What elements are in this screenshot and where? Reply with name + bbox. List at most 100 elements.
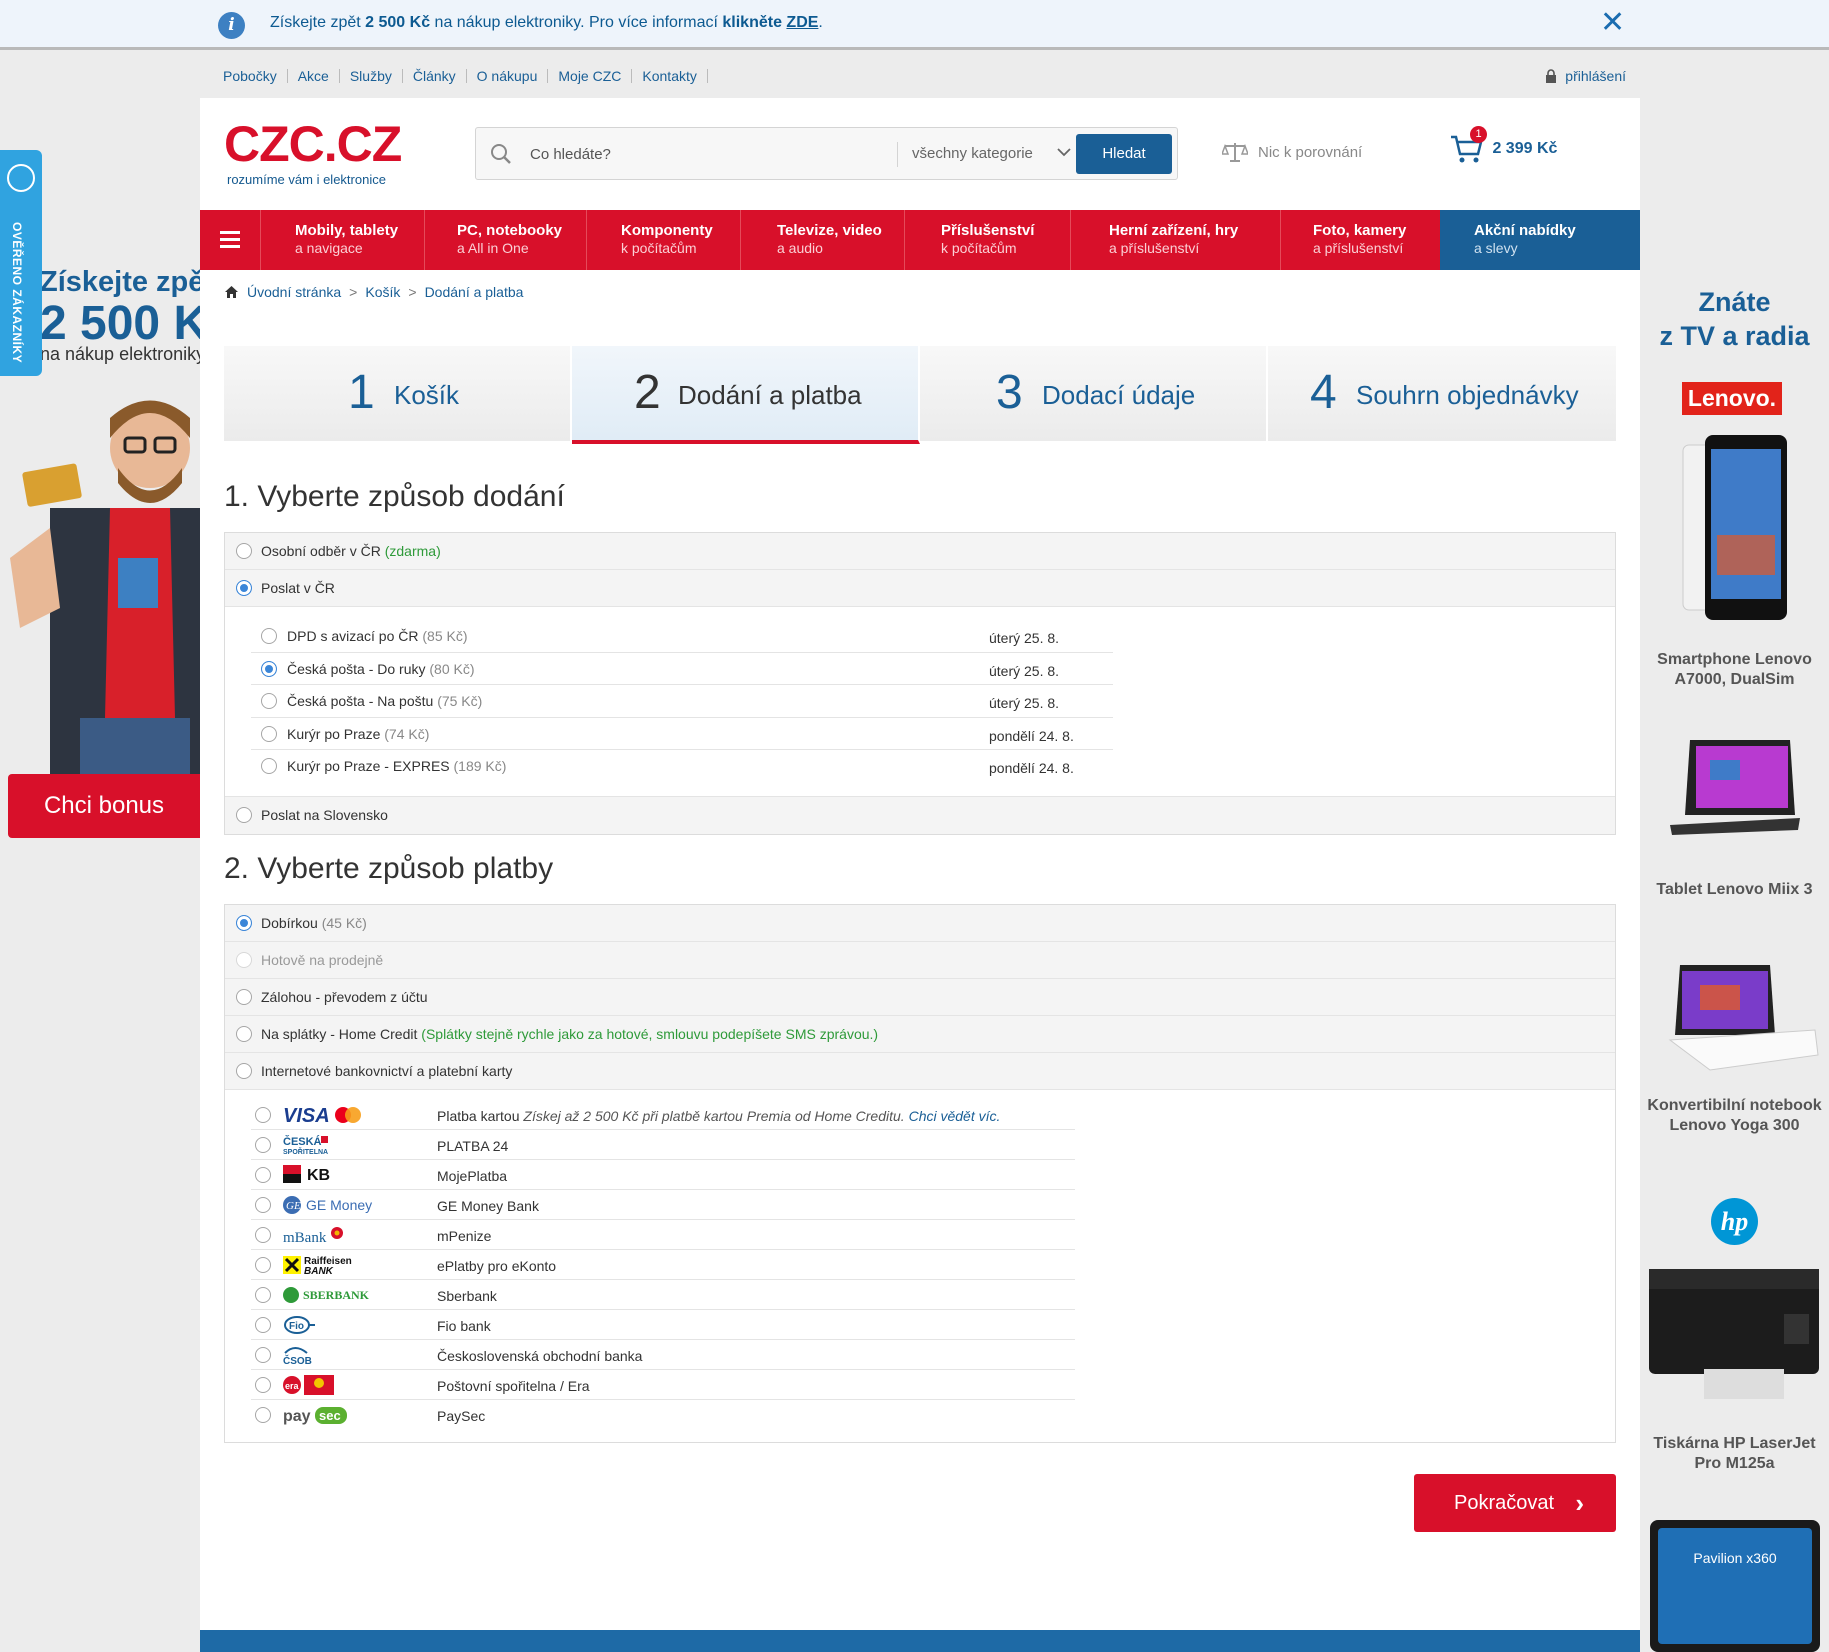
toplink-akce[interactable]: Akce (288, 69, 340, 83)
svg-text:era: era (285, 1381, 300, 1391)
bank-row-sberbank[interactable]: SBERBANK Sberbank (251, 1280, 1075, 1310)
payment-cod[interactable]: Dobírkou (45 Kč) (225, 905, 1615, 942)
verified-customers-tab[interactable]: OVĚŘENO ZÁKAZNÍKY (0, 150, 42, 376)
radio-bank[interactable] (255, 1407, 271, 1423)
nav-item-akcni[interactable]: Akční nabídky a slevy (1440, 210, 1640, 270)
payment-installments[interactable]: Na splátky - Home Credit (Splátky stejně… (225, 1016, 1615, 1053)
search-input[interactable] (530, 140, 880, 168)
carrier-row[interactable]: Kurýr po Praze (74 Kč) pondělí 24. 8. (251, 718, 1113, 750)
toplink-kontakty[interactable]: Kontakty (632, 69, 708, 83)
delivery-send-cz[interactable]: Poslat v ČR (225, 570, 1615, 607)
radio-bank[interactable] (255, 1287, 271, 1303)
hamburger-menu-icon[interactable] (200, 210, 260, 270)
logo[interactable]: CZC.CZ rozumíme vám i elektronice (224, 119, 402, 187)
bank-row-era[interactable]: era Poštovní spořitelna / Era (251, 1370, 1075, 1400)
bank-row-visa[interactable]: VISA Platba kartou Získej až 2 500 Kč př… (251, 1100, 1075, 1130)
radio-bank[interactable] (255, 1197, 271, 1213)
bank-row-paysec[interactable]: pay sec PaySec (251, 1400, 1075, 1430)
info-click-link[interactable]: klikněte (722, 14, 782, 31)
nav-item-herni[interactable]: Herní zařízení, hry a příslušenství (1070, 210, 1280, 270)
svg-text:GE Money: GE Money (306, 1197, 372, 1213)
home-icon[interactable] (224, 285, 239, 299)
delivery-send-sk[interactable]: Poslat na Slovensko (225, 796, 1615, 834)
step-souhrn[interactable]: 4 Souhrn objednávky (1268, 346, 1616, 441)
left-ad-line1: Získejte zpět (40, 266, 200, 298)
radio-send-sk[interactable] (236, 806, 252, 823)
step-dodaci-udaje[interactable]: 3 Dodací údaje (920, 346, 1268, 441)
radio-bank[interactable] (255, 1377, 271, 1393)
nav-item-prislusenstvi[interactable]: Příslušenství k počítačům (904, 210, 1070, 270)
radio-cod[interactable] (236, 915, 252, 931)
compare-link[interactable]: Nic k porovnání (1220, 141, 1362, 163)
svg-text:pay: pay (283, 1408, 311, 1425)
nav-item-televize[interactable]: Televize, video a audio (740, 210, 904, 270)
radio-bank[interactable] (255, 1107, 271, 1123)
product-smartphone[interactable]: Smartphone Lenovo A7000, DualSim (1640, 650, 1829, 690)
radio-advance[interactable] (236, 989, 252, 1005)
bank-row-kb[interactable]: KB MojePlatba (251, 1160, 1075, 1190)
radio-send-cz[interactable] (236, 580, 252, 596)
search-button[interactable]: Hledat (1076, 134, 1172, 174)
breadcrumb-cart[interactable]: Košík (365, 284, 400, 300)
carrier-row[interactable]: DPD s avizací po ČR (85 Kč) úterý 25. 8. (251, 620, 1113, 653)
payment-advance[interactable]: Zálohou - převodem z účtu (225, 979, 1615, 1016)
radio-bank[interactable] (255, 1257, 271, 1273)
radio-carrier[interactable] (261, 693, 277, 709)
radio-carrier[interactable] (261, 660, 277, 677)
info-here-link[interactable]: ZDE (786, 14, 818, 31)
radio-bank[interactable] (255, 1167, 271, 1183)
toplink-pobocky[interactable]: Pobočky (200, 69, 288, 83)
continue-button[interactable]: Pokračovat › (1414, 1474, 1616, 1532)
nav-item-pc[interactable]: PC, notebooky a All in One (424, 210, 586, 270)
carrier-row[interactable]: Česká pošta - Na poštu (75 Kč) úterý 25. … (251, 685, 1113, 718)
step-kosik[interactable]: 1 Košík (224, 346, 572, 441)
left-advert[interactable]: Získejte zpět 2 500 Kč na nákup elektron… (0, 98, 200, 858)
bank-row-raiffeisen[interactable]: Raiffeisen BANK ePlatby pro eKonto (251, 1250, 1075, 1280)
toplink-sluzby[interactable]: Služby (340, 69, 403, 83)
bank-row-mbank[interactable]: mBank mPenize (251, 1220, 1075, 1250)
right-advert[interactable]: Znáte z TV a radia Lenovo. Smartphone Le… (1640, 270, 1829, 1652)
close-icon[interactable]: ✕ (1600, 8, 1625, 38)
nav-item-foto[interactable]: Foto, kamery a příslušenství (1280, 210, 1440, 270)
bonus-button[interactable]: Chci bonus (8, 774, 200, 838)
radio-carrier[interactable] (261, 725, 277, 742)
radio-carrier[interactable] (261, 758, 277, 774)
radio-bank[interactable] (255, 1347, 271, 1363)
svg-text:ČSOB: ČSOB (283, 1354, 312, 1367)
breadcrumb-current[interactable]: Dodání a platba (425, 284, 524, 300)
main-container: CZC.CZ rozumíme vám i elektronice všechn… (200, 98, 1640, 1652)
more-info-link[interactable]: Chci vědět víc. (909, 1108, 1001, 1124)
toplink-o-nakupu[interactable]: O nákupu (467, 69, 549, 83)
cart[interactable]: 1 2 399 Kč (1450, 126, 1557, 164)
carrier-row[interactable]: Kurýr po Praze - EXPRES (189 Kč) pondělí … (251, 750, 1113, 783)
footer-bar (200, 1630, 1640, 1652)
bank-row-ge[interactable]: GE GE Money GE Money Bank (251, 1190, 1075, 1220)
category-select[interactable]: všechny kategorie (912, 145, 1033, 162)
login-link[interactable]: přihlášení (1545, 68, 1626, 84)
bank-row-cs[interactable]: ČESKÁ SPOŘITELNA PLATBA 24 (251, 1130, 1075, 1160)
chevron-down-icon[interactable] (1056, 144, 1072, 160)
nav-item-mobily[interactable]: Mobily, tablety a navigace (260, 210, 424, 270)
radio-bank[interactable] (255, 1137, 271, 1153)
bank-row-fio[interactable]: Fio Fio bank (251, 1310, 1075, 1340)
breadcrumb: Úvodní stránka > Košík > Dodání a platba (224, 284, 523, 300)
bank-row-csob[interactable]: ČSOB Československá obchodní banka (251, 1340, 1075, 1370)
product-convertible[interactable]: Konvertibilní notebook Lenovo Yoga 300 (1640, 1096, 1829, 1136)
toplink-clanky[interactable]: Články (403, 69, 467, 83)
radio-installments[interactable] (236, 1026, 252, 1042)
toplink-moje-czc[interactable]: Moje CZC (548, 69, 633, 83)
radio-bank[interactable] (255, 1227, 271, 1243)
step-dodani-platba[interactable]: 2 Dodání a platba (572, 346, 920, 444)
payment-online[interactable]: Internetové bankovnictví a platební kart… (225, 1053, 1615, 1090)
radio-personal[interactable] (236, 543, 252, 559)
product-printer[interactable]: Tiskárna HP LaserJet Pro M125a (1640, 1434, 1829, 1474)
carrier-row[interactable]: Česká pošta - Do ruky (80 Kč) úterý 25. 8… (251, 653, 1113, 685)
nav-item-komponenty[interactable]: Komponenty k počítačům (586, 210, 740, 270)
radio-bank[interactable] (255, 1317, 271, 1333)
product-tablet[interactable]: Tablet Lenovo Miix 3 (1640, 880, 1829, 900)
delivery-personal[interactable]: Osobní odběr v ČR (zdarma) (225, 533, 1615, 570)
info-icon: i (218, 12, 245, 39)
radio-carrier[interactable] (261, 628, 277, 644)
radio-online[interactable] (236, 1063, 252, 1079)
breadcrumb-home[interactable]: Úvodní stránka (247, 284, 341, 300)
